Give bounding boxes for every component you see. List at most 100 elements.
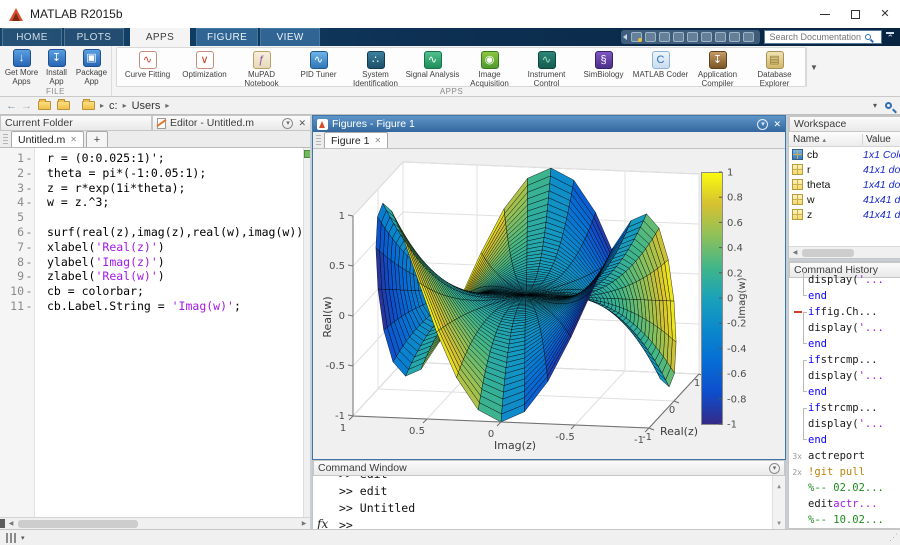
code-line[interactable]: cb = colorbar; xyxy=(47,284,303,299)
workspace-row-z[interactable]: z41x41 double xyxy=(789,207,900,222)
code-line[interactable]: zlabel('Real(w)') xyxy=(47,269,303,284)
columns-icon[interactable] xyxy=(6,533,18,543)
line-number[interactable]: 3- xyxy=(0,181,34,196)
scroll-up-icon[interactable]: ▲ xyxy=(773,478,785,495)
figure1-surface-plot[interactable] xyxy=(313,149,785,459)
line-number[interactable]: 6- xyxy=(0,225,34,240)
editor-header[interactable]: Editor - Untitled.m ▾ ✕ xyxy=(152,115,310,131)
line-number[interactable]: 8- xyxy=(0,255,34,270)
workspace-row-cb[interactable]: cb1x1 ColorBar xyxy=(789,147,900,162)
new-script-icon[interactable] xyxy=(631,32,642,42)
code-line[interactable]: ylabel('Imag(z)') xyxy=(47,255,303,270)
workspace-header[interactable]: Workspace ▾ xyxy=(789,116,900,132)
search-input[interactable] xyxy=(769,32,865,42)
tab-plots[interactable]: PLOTS xyxy=(64,28,124,46)
command-window-menu-icon[interactable]: ▾ xyxy=(769,463,780,474)
redo-icon[interactable] xyxy=(715,32,726,42)
hscroll-thumb[interactable] xyxy=(18,520,138,528)
current-folder-header[interactable]: Current Folder xyxy=(0,115,152,131)
code-line[interactable]: z = r*exp(1i*theta); xyxy=(47,181,303,196)
command-window-vscrollbar[interactable]: ▲ ▼ xyxy=(772,476,785,534)
history-item[interactable]: display('... xyxy=(789,416,900,432)
minimize-button[interactable] xyxy=(810,0,840,28)
tab-home[interactable]: HOME xyxy=(2,28,62,46)
history-item[interactable]: edit actr... xyxy=(789,496,900,512)
line-number[interactable]: 2- xyxy=(0,166,34,181)
column-header-name[interactable]: Name ▴ xyxy=(789,134,863,145)
scroll-left-icon[interactable]: ◀ xyxy=(5,518,17,529)
line-number[interactable]: 9- xyxy=(0,269,34,284)
line-number[interactable]: 5 xyxy=(0,210,34,225)
simbiology-button[interactable]: §SimBiology xyxy=(575,49,632,85)
code-line[interactable]: r = (0:0.025:1)'; xyxy=(47,151,303,166)
apps-gallery-expand-icon[interactable]: ▼ xyxy=(806,47,821,87)
browse-folder-icon[interactable] xyxy=(57,101,70,110)
line-number[interactable]: 4- xyxy=(0,195,34,210)
code-line[interactable]: xlabel('Real(z)') xyxy=(47,240,303,255)
history-item[interactable]: if fig.Ch... xyxy=(789,304,900,320)
curve-fitting-button[interactable]: ∿Curve Fitting xyxy=(119,49,176,85)
breadcrumb-segment-users[interactable]: Users xyxy=(132,100,161,112)
command-history-list[interactable]: display('...endif fig.Ch...display('...e… xyxy=(789,270,900,528)
code-line[interactable]: w = z.^3; xyxy=(47,195,303,210)
tabbar-grip[interactable] xyxy=(316,135,321,147)
workspace-row-theta[interactable]: theta1x41 double xyxy=(789,177,900,192)
database-explorer-button[interactable]: ▤Database Explorer xyxy=(746,49,803,85)
code-line[interactable]: surf(real(z),imag(z),real(w),imag(w)) xyxy=(47,225,303,240)
line-number[interactable]: 10- xyxy=(0,284,34,299)
history-item[interactable]: end xyxy=(789,288,900,304)
columns-dropdown-icon[interactable]: ▾ xyxy=(21,534,25,542)
mupad-notebook-button[interactable]: ƒMuPAD Notebook xyxy=(233,49,290,85)
system-identification-button[interactable]: ∴System Identification xyxy=(347,49,404,85)
paste-icon[interactable] xyxy=(687,32,698,42)
line-number[interactable]: 1- xyxy=(0,151,34,166)
command-window-header[interactable]: Command Window ▾ xyxy=(313,460,785,476)
undo-icon[interactable] xyxy=(701,32,712,42)
workspace-row-w[interactable]: w41x41 double xyxy=(789,192,900,207)
code-line[interactable] xyxy=(47,210,303,225)
history-item[interactable]: %-- 10.02... xyxy=(789,512,900,528)
editor-menu-icon[interactable]: ▾ xyxy=(282,118,293,129)
instrument-control-button[interactable]: ∿Instrument Control xyxy=(518,49,575,85)
help-icon[interactable] xyxy=(743,32,754,42)
history-item[interactable]: 3xactreport xyxy=(789,448,900,464)
history-item[interactable]: end xyxy=(789,336,900,352)
image-acquisition-button[interactable]: ◉Image Acquisition xyxy=(461,49,518,85)
code-line[interactable]: cb.Label.String = 'Imag(w)'; xyxy=(47,299,303,314)
code-editor[interactable]: 1-2-3-4-56-7-8-9-10-11- r = (0:0.025:1)'… xyxy=(0,148,310,517)
collapse-ribbon-icon[interactable]: ⌃ xyxy=(886,32,894,42)
new-tab-button[interactable]: + xyxy=(86,131,108,147)
code-line[interactable]: theta = pi*(-1:0.05:1); xyxy=(47,166,303,181)
scroll-right-icon[interactable]: ▶ xyxy=(298,518,310,529)
editor-hscrollbar[interactable]: ◀ ▶ xyxy=(0,517,310,529)
package-app-button[interactable]: ▣Package App xyxy=(74,48,109,86)
forward-icon[interactable]: → xyxy=(21,100,32,112)
search-icon[interactable] xyxy=(865,34,871,40)
copy-icon[interactable] xyxy=(673,32,684,42)
editor-tab-untitled[interactable]: Untitled.m ✕ xyxy=(11,131,84,147)
address-dropdown-icon[interactable]: ▾ xyxy=(873,101,877,110)
get-more-apps-button[interactable]: ↓Get More Apps xyxy=(4,48,39,86)
figures-header[interactable]: Figures - Figure 1 ▾ ✕ xyxy=(313,116,785,132)
history-item[interactable]: if strcmp... xyxy=(789,400,900,416)
folder-up-icon[interactable] xyxy=(38,101,51,110)
line-number[interactable]: 7- xyxy=(0,240,34,255)
tab-apps[interactable]: APPS xyxy=(130,28,190,46)
current-folder-icon[interactable] xyxy=(82,101,95,110)
line-number[interactable]: 11- xyxy=(0,299,34,314)
folder-search-icon[interactable] xyxy=(885,102,892,109)
tab-close-icon[interactable]: ✕ xyxy=(375,136,382,145)
back-icon[interactable]: ← xyxy=(6,100,17,112)
history-item[interactable]: display('... xyxy=(789,368,900,384)
figures-menu-icon[interactable]: ▾ xyxy=(757,119,768,130)
tabbar-grip[interactable] xyxy=(3,134,8,146)
signal-analysis-button[interactable]: ∿Signal Analysis xyxy=(404,49,461,85)
switch-windows-icon[interactable] xyxy=(729,32,740,42)
column-header-value[interactable]: Value xyxy=(863,134,900,145)
scroll-left-icon[interactable]: ◀ xyxy=(789,247,801,258)
cut-icon[interactable] xyxy=(659,32,670,42)
workspace-hscrollbar[interactable]: ◀ ▶ xyxy=(789,246,900,258)
matlab-coder-button[interactable]: CMATLAB Coder xyxy=(632,49,689,85)
workspace-row-r[interactable]: r41x1 double xyxy=(789,162,900,177)
tab-figure[interactable]: FIGURE xyxy=(196,28,258,46)
